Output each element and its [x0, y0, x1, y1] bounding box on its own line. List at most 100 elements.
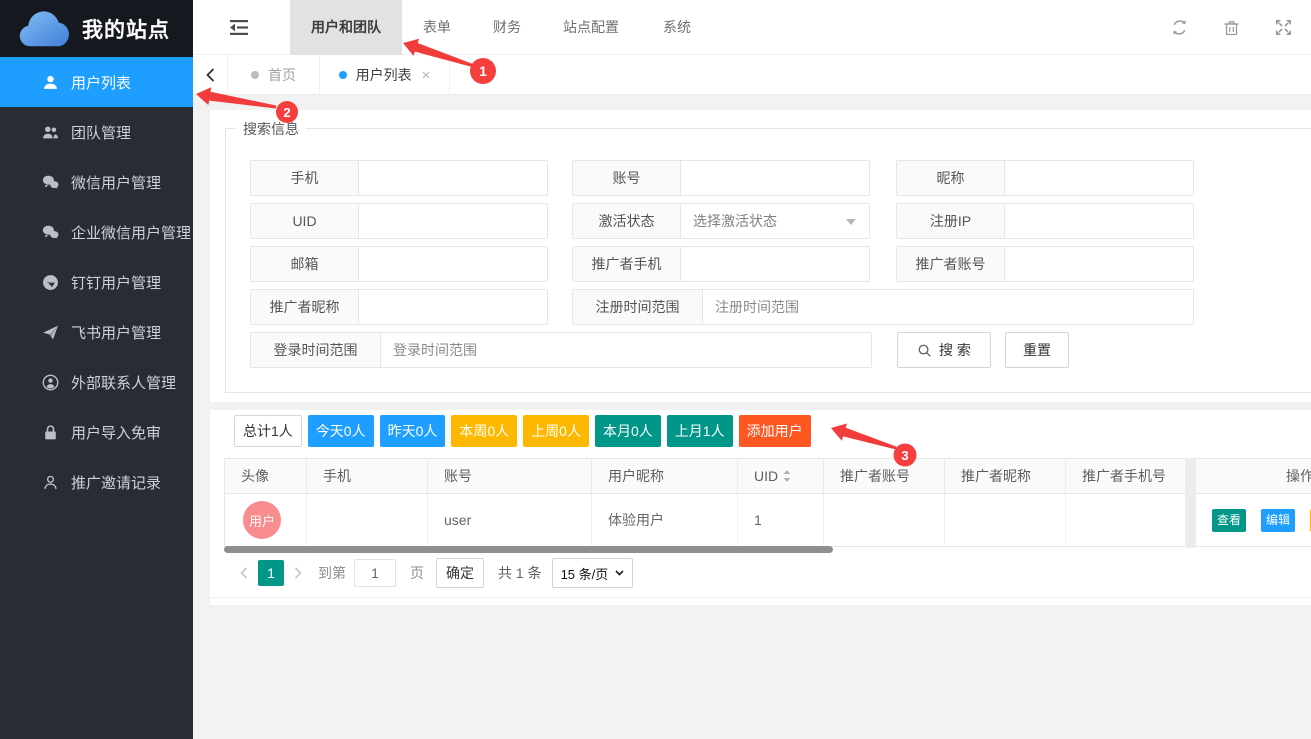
register-ip-input[interactable] — [1005, 204, 1193, 238]
cell-account: user — [428, 494, 592, 547]
field-label: 推广者手机 — [573, 247, 681, 281]
page-tab-label: 首页 — [268, 65, 296, 85]
promoter-nickname-input[interactable] — [359, 290, 547, 324]
stat-last-month-button[interactable]: 上月1人 — [667, 415, 733, 447]
cell-phone — [307, 494, 428, 547]
next-page-button[interactable] — [294, 567, 304, 579]
stat-yesterday-button[interactable]: 昨天0人 — [380, 415, 446, 447]
sidebar-item-feishu-users[interactable]: 飞书用户管理 — [0, 307, 193, 357]
email-input[interactable] — [359, 247, 547, 281]
col-header-operations: 操作 — [1196, 458, 1311, 494]
phone-input[interactable] — [359, 161, 547, 195]
col-header-account: 账号 — [428, 458, 592, 494]
dingtalk-icon — [42, 274, 59, 291]
goto-prefix-label: 到第 — [318, 563, 346, 583]
cloud-logo-icon — [16, 10, 72, 48]
view-button[interactable]: 查看 — [1212, 509, 1246, 532]
sidebar-item-label: 团队管理 — [71, 122, 131, 143]
external-contact-icon — [42, 374, 59, 391]
select-placeholder: 选择激活状态 — [693, 211, 777, 231]
field-promoter-account: 推广者账号 — [896, 246, 1194, 282]
topnav-tab-label: 站点配置 — [563, 19, 619, 35]
field-email: 邮箱 — [250, 246, 548, 282]
fullscreen-icon[interactable] — [1275, 19, 1292, 36]
sidebar-item-label: 钉钉用户管理 — [71, 272, 161, 293]
promoter-phone-input[interactable] — [681, 247, 869, 281]
reset-button-label: 重置 — [1023, 340, 1051, 360]
col-header-avatar: 头像 — [224, 458, 307, 494]
refresh-icon[interactable] — [1171, 19, 1188, 36]
person-outline-icon — [42, 474, 59, 491]
sidebar-item-label: 推广邀请记录 — [71, 472, 161, 493]
topnav-tab-finance[interactable]: 财务 — [479, 0, 535, 55]
sidebar-item-wechat-users[interactable]: 微信用户管理 — [0, 157, 193, 207]
topnav-tab-users-teams[interactable]: 用户和团队 — [290, 0, 402, 55]
nickname-input[interactable] — [1005, 161, 1193, 195]
field-promoter-nickname: 推广者昵称 — [250, 289, 548, 325]
table-panel: 总计1人 今天0人 昨天0人 本周0人 上周0人 本月0人 上月1人 添加用户 … — [210, 410, 1311, 605]
fixed-column-divider — [1186, 458, 1196, 548]
close-icon[interactable]: × — [422, 68, 431, 83]
wechat-work-icon — [42, 224, 59, 241]
stat-last-week-button[interactable]: 上周0人 — [523, 415, 589, 447]
field-label: 注册IP — [897, 204, 1005, 238]
sidebar-item-invite-records[interactable]: 推广邀请记录 — [0, 457, 193, 507]
stat-this-week-button[interactable]: 本周0人 — [451, 415, 517, 447]
horizontal-scrollbar[interactable] — [224, 546, 833, 553]
search-button-label: 搜 索 — [939, 340, 971, 360]
login-time-input[interactable] — [381, 333, 871, 367]
sidebar-item-wechat-work-users[interactable]: 企业微信用户管理 — [0, 207, 193, 257]
sidebar-item-label: 外部联系人管理 — [71, 372, 176, 393]
field-active-status: 激活状态 选择激活状态 — [572, 203, 870, 239]
field-label: 邮箱 — [251, 247, 359, 281]
topnav-tab-site-config[interactable]: 站点配置 — [549, 0, 633, 55]
sidebar-item-dingtalk-users[interactable]: 钉钉用户管理 — [0, 257, 193, 307]
sidebar-item-external-contacts[interactable]: 外部联系人管理 — [0, 357, 193, 407]
page-tab-home[interactable]: 首页 — [228, 55, 320, 95]
promoter-account-input[interactable] — [1005, 247, 1193, 281]
active-status-select[interactable]: 选择激活状态 — [681, 204, 869, 238]
add-user-button[interactable]: 添加用户 — [739, 415, 811, 447]
sidebar-menu: 用户列表 团队管理 微信用户管理 企业微信用户管理 钉钉用户管理 飞书用户管理 — [0, 57, 193, 507]
chevron-left-icon — [240, 567, 248, 579]
prev-page-button[interactable] — [240, 567, 250, 579]
team-icon — [42, 124, 59, 141]
user-icon — [42, 74, 59, 91]
page-1-button[interactable]: 1 — [258, 560, 284, 586]
tab-scroll-left-button[interactable] — [193, 55, 228, 95]
sidebar-item-team[interactable]: 团队管理 — [0, 107, 193, 157]
stat-total-button[interactable]: 总计1人 — [234, 415, 302, 447]
sidebar-item-user-list[interactable]: 用户列表 — [0, 57, 193, 107]
topnav-tab-label: 财务 — [493, 19, 521, 35]
sort-icon[interactable] — [783, 470, 791, 482]
reset-button[interactable]: 重置 — [1005, 332, 1069, 368]
register-time-input[interactable] — [703, 290, 1193, 324]
cell-promoter-account — [824, 494, 945, 547]
goto-page-input[interactable] — [354, 559, 396, 587]
topnav-tab-label: 表单 — [423, 19, 451, 35]
search-icon — [917, 343, 932, 358]
search-button[interactable]: 搜 索 — [897, 332, 991, 368]
trash-icon[interactable] — [1223, 19, 1240, 36]
col-header-label: UID — [754, 468, 778, 484]
edit-button[interactable]: 编辑 — [1261, 509, 1295, 532]
topnav-tab-forms[interactable]: 表单 — [409, 0, 465, 55]
topbar: 用户和团队 表单 财务 站点配置 系统 — [193, 0, 1311, 55]
sidebar-item-user-import[interactable]: 用户导入免审 — [0, 407, 193, 457]
collapse-menu-icon[interactable] — [230, 20, 248, 35]
stat-today-button[interactable]: 今天0人 — [308, 415, 374, 447]
page-tab-user-list[interactable]: 用户列表 × — [320, 55, 450, 95]
field-label: UID — [251, 204, 359, 238]
topnav-tab-system[interactable]: 系统 — [649, 0, 705, 55]
uid-input[interactable] — [359, 204, 547, 238]
stat-this-month-button[interactable]: 本月0人 — [595, 415, 661, 447]
account-input[interactable] — [681, 161, 869, 195]
per-page-select[interactable]: 15 条/页 — [552, 558, 634, 588]
page-tab-label: 用户列表 — [356, 65, 412, 85]
feishu-icon — [42, 324, 59, 341]
select-chevron-icon — [615, 570, 624, 576]
field-promoter-phone: 推广者手机 — [572, 246, 870, 282]
sidebar-item-label: 飞书用户管理 — [71, 322, 161, 343]
field-label: 注册时间范围 — [573, 290, 703, 324]
confirm-page-button[interactable]: 确定 — [436, 558, 484, 588]
